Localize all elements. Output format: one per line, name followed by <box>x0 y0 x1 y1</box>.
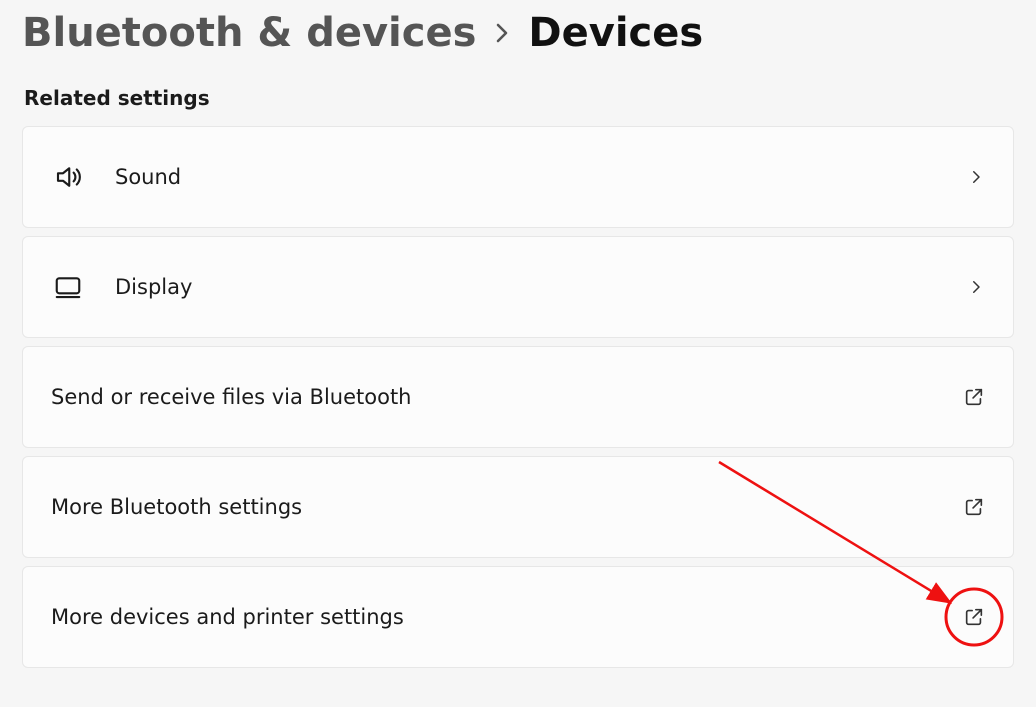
settings-cards-list: Sound Display Send or receive files via … <box>22 126 1014 668</box>
settings-card-more-devices-and-printer-settings[interactable]: More devices and printer settings <box>22 566 1014 668</box>
settings-card-display[interactable]: Display <box>22 236 1014 338</box>
breadcrumb-parent-link[interactable]: Bluetooth & devices <box>22 10 476 56</box>
settings-card-label: More Bluetooth settings <box>51 495 933 519</box>
page-title: Devices <box>528 10 703 56</box>
chevron-right-icon <box>967 168 985 186</box>
settings-card-more-bluetooth-settings[interactable]: More Bluetooth settings <box>22 456 1014 558</box>
external-link-icon <box>963 606 985 628</box>
section-title-related-settings: Related settings <box>24 86 1014 110</box>
sound-icon <box>51 162 85 192</box>
chevron-right-icon <box>967 278 985 296</box>
external-link-icon <box>963 386 985 408</box>
settings-card-label: Display <box>115 275 937 299</box>
settings-card-label: Send or receive files via Bluetooth <box>51 385 933 409</box>
chevron-right-icon <box>494 19 510 47</box>
breadcrumb: Bluetooth & devices Devices <box>22 10 1014 56</box>
external-link-icon <box>963 496 985 518</box>
settings-card-sound[interactable]: Sound <box>22 126 1014 228</box>
settings-card-send-or-receive-files-via-bluetooth[interactable]: Send or receive files via Bluetooth <box>22 346 1014 448</box>
display-icon <box>51 272 85 302</box>
settings-card-label: More devices and printer settings <box>51 605 933 629</box>
settings-card-label: Sound <box>115 165 937 189</box>
